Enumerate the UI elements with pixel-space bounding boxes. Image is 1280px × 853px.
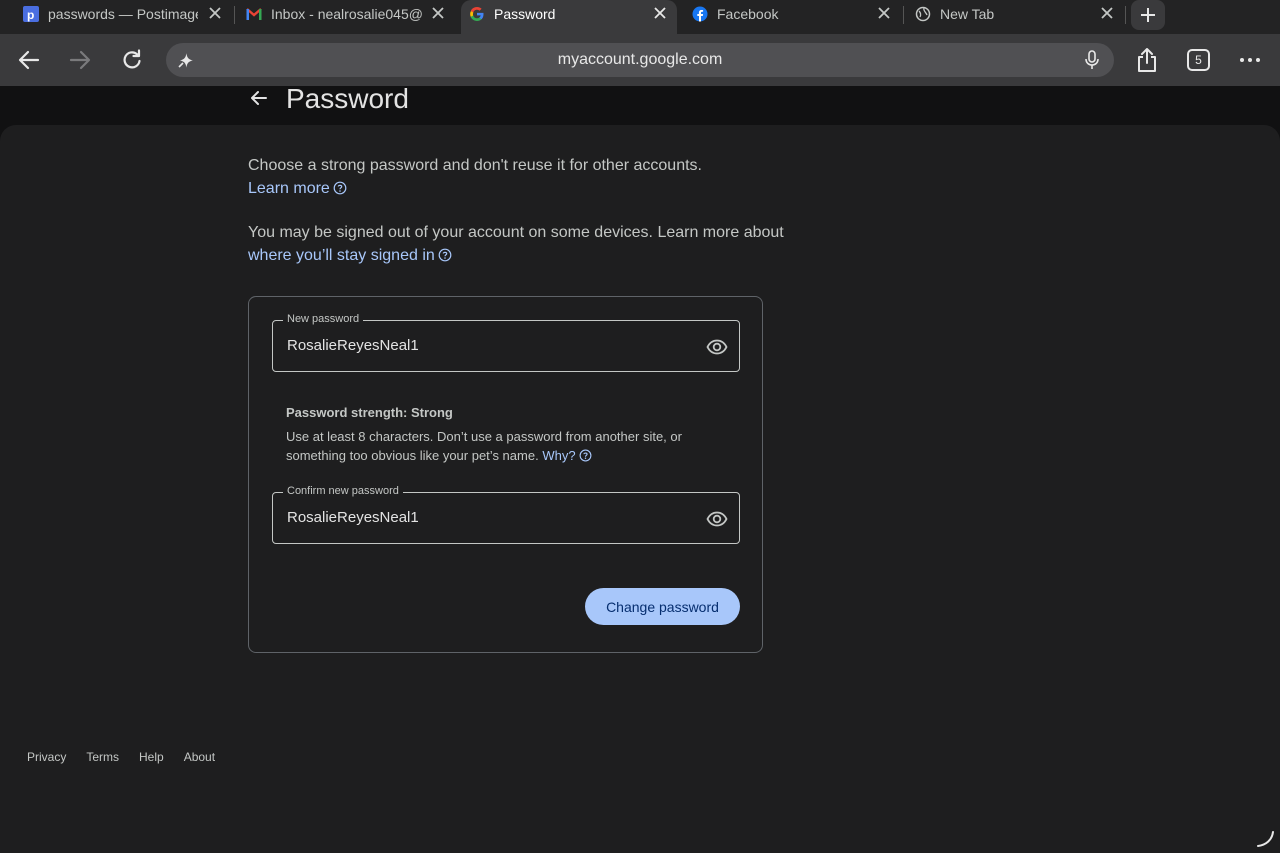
new-password-label: New password (283, 313, 364, 325)
close-tab-icon[interactable] (430, 5, 446, 21)
signed-out-paragraph: You may be signed out of your account on… (248, 221, 784, 267)
about-link[interactable]: About (184, 750, 215, 764)
signed-out-text: You may be signed out of your account on… (248, 224, 784, 241)
tab-title: Password (494, 6, 556, 22)
confirm-password-label: Confirm new password (283, 485, 403, 497)
gmail-icon (246, 6, 262, 22)
help-link[interactable]: Help (139, 750, 164, 764)
close-tab-icon[interactable] (1099, 5, 1115, 21)
show-password-icon[interactable] (706, 336, 728, 358)
share-icon (1138, 48, 1156, 72)
postimages-icon: p (23, 6, 39, 22)
tab-strip: p passwords — Postimages Inbox - nealros… (0, 0, 1280, 34)
close-tab-icon[interactable] (207, 5, 223, 21)
more-menu-button[interactable] (1236, 46, 1264, 74)
tab-newtab[interactable]: New Tab (915, 0, 1120, 34)
tab-title: Inbox - nealrosalie045@gmail.com (271, 6, 423, 22)
confirm-password-input[interactable] (287, 509, 687, 526)
confirm-password-field[interactable]: Confirm new password (272, 485, 740, 544)
close-tab-icon[interactable] (652, 5, 668, 21)
learn-more-link[interactable]: Learn more (248, 180, 347, 197)
google-icon (469, 6, 485, 22)
globe-icon (915, 6, 931, 22)
address-bar[interactable]: myaccount.google.com (166, 43, 1114, 77)
help-circle-icon (333, 181, 347, 195)
why-label[interactable]: Why? (542, 448, 575, 463)
url-text[interactable]: myaccount.google.com (166, 51, 1114, 69)
page-header: Password (0, 83, 1280, 126)
back-button[interactable] (15, 46, 43, 74)
tab-gmail[interactable]: Inbox - nealrosalie045@gmail.com (246, 0, 451, 34)
facebook-icon (692, 6, 708, 22)
tab-separator (903, 6, 904, 24)
page-title: Password (286, 83, 409, 114)
tab-separator (234, 6, 235, 24)
tab-switcher-button[interactable]: 5 (1187, 49, 1210, 71)
intro-text: Choose a strong password and don't reuse… (248, 157, 702, 174)
tab-facebook[interactable]: Facebook (692, 0, 897, 34)
footer-links: Privacy Terms Help About (27, 750, 215, 764)
new-password-input[interactable] (287, 337, 687, 354)
tab-title: New Tab (940, 6, 995, 22)
forward-button[interactable] (66, 46, 94, 74)
show-password-icon[interactable] (706, 508, 728, 530)
plus-icon (1141, 8, 1155, 22)
help-circle-icon (579, 449, 591, 462)
password-hint-text: Use at least 8 characters. Don’t use a p… (286, 429, 682, 463)
tab-title: Facebook (717, 6, 779, 22)
tab-separator (1125, 6, 1126, 24)
arrow-right-icon (69, 50, 91, 70)
help-circle-icon (438, 248, 452, 262)
learn-more-label[interactable]: Learn more (248, 180, 330, 197)
resize-corner-icon[interactable] (1256, 830, 1276, 853)
share-button[interactable] (1133, 46, 1161, 74)
stay-signed-in-label[interactable]: where you’ll stay signed in (248, 247, 435, 264)
tab-postimages[interactable]: p passwords — Postimages (23, 0, 228, 34)
password-hint: Use at least 8 characters. Don’t use a p… (286, 427, 716, 465)
page-back-button[interactable] (249, 88, 269, 108)
new-tab-button[interactable] (1131, 0, 1165, 30)
svg-text:p: p (27, 8, 34, 22)
close-tab-icon[interactable] (876, 5, 892, 21)
new-password-field[interactable]: New password (272, 313, 740, 372)
tab-title: passwords — Postimages (48, 6, 198, 22)
privacy-link[interactable]: Privacy (27, 750, 66, 764)
why-link[interactable]: Why? (542, 448, 591, 463)
password-form-card: New password Password strength: Strong U… (248, 296, 763, 653)
reload-icon (123, 49, 141, 69)
reload-button[interactable] (118, 46, 146, 74)
intro-paragraph: Choose a strong password and don't reuse… (248, 154, 702, 200)
more-dots-icon (1240, 58, 1260, 62)
microphone-icon[interactable] (1084, 50, 1100, 75)
stay-signed-in-link[interactable]: where you’ll stay signed in (248, 247, 452, 264)
tab-password[interactable]: Password (461, 0, 677, 34)
terms-link[interactable]: Terms (86, 750, 119, 764)
arrow-left-icon (251, 91, 267, 105)
arrow-left-icon (18, 50, 40, 70)
browser-toolbar: myaccount.google.com 5 (0, 34, 1280, 86)
password-strength: Password strength: Strong (286, 405, 453, 420)
change-password-button[interactable]: Change password (585, 588, 740, 625)
